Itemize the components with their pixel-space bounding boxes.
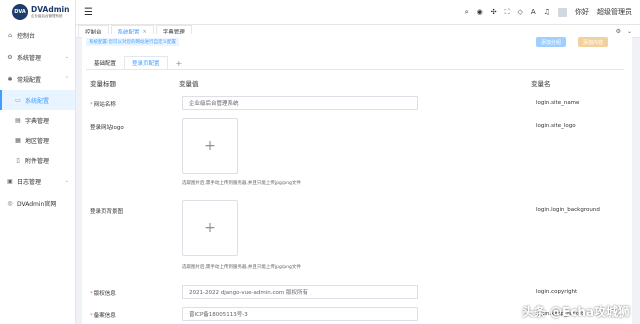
row-label: 登录页背景图	[90, 209, 124, 215]
logo-title: DVAdmin	[31, 5, 70, 14]
book-icon: ▤	[15, 116, 21, 124]
column-title: 变量标题	[90, 80, 116, 88]
upload-hint: 选取图片后,需手动上传到服务器,并且只能上传jpg/png文件	[182, 181, 301, 186]
sidebar-item-logs[interactable]: ▣ 日志管理 ⌄	[0, 170, 75, 192]
sidebar-item-region[interactable]: ▦ 地区管理	[0, 130, 75, 150]
gear-icon: ⚙	[7, 53, 13, 61]
config-tabs: 基础配置 登录页配置 +	[86, 56, 624, 70]
settings-icon: ✱	[7, 75, 13, 83]
sidebar-item-attachment[interactable]: ▯ 附件管理	[0, 150, 75, 170]
table-row: 登录页背景图 + 选取图片后,需手动上传到服务器,并且只能上传jpg/png文件…	[90, 200, 624, 280]
sidebar-item-general-config[interactable]: ✱ 常规配置 ⌃	[0, 68, 75, 90]
table-row: 登录网站logo + 选取图片后,需手动上传到服务器,并且只能上传jpg/png…	[90, 118, 624, 196]
plus-icon: +	[204, 138, 216, 154]
scrollbar[interactable]	[636, 38, 640, 324]
table-header: 变量标题 变量值 变量名	[90, 78, 624, 88]
chevron-down-icon: ⌄	[64, 178, 69, 184]
user-name[interactable]: 超级管理员	[597, 7, 632, 17]
top-header: ☰ ⌕ ◉ ✣ ⛶ ◇ A ♫ 你好 超级管理员	[76, 0, 640, 24]
row-label: 登录网站logo	[90, 125, 124, 131]
avatar[interactable]	[558, 7, 567, 17]
sidebar-item-label: 地区管理	[25, 137, 50, 145]
config-card: 系统配置:您可以对您的网站进行自定义配置 添加分组 添加内容 基础配置 登录页配…	[82, 34, 632, 324]
row-varname: login.site_logo	[536, 123, 576, 129]
gem-icon[interactable]: ◇	[518, 8, 523, 16]
monitor-icon: ▭	[15, 96, 21, 104]
github-icon[interactable]: ◉	[477, 8, 483, 16]
map-icon: ▦	[15, 136, 21, 144]
sidebar-item-label: 系统管理	[17, 54, 42, 62]
plus-icon: +	[204, 220, 216, 236]
row-label: 备案信息	[93, 313, 116, 319]
sidebar-item-label: 系统配置	[25, 97, 50, 105]
sidebar: DVA DVAdmin 企业级后台管理系统 ⌂ 控制台 ⚙ 系统管理 ⌄ ✱ 常…	[0, 0, 76, 324]
add-content-button[interactable]: 添加内容	[578, 37, 609, 47]
column-value: 变量值	[179, 80, 199, 88]
sidebar-item-dictionary[interactable]: ▤ 字典管理	[0, 110, 75, 130]
background-upload-button[interactable]: +	[182, 200, 238, 256]
row-label: 网站名称	[93, 102, 116, 108]
add-group-button[interactable]: 添加分组	[536, 37, 567, 47]
upload-hint: 选取图片后,需手动上传到服务器,并且只能上传jpg/png文件	[182, 265, 301, 270]
column-name: 变量名	[531, 80, 551, 88]
font-size-icon[interactable]: A	[531, 8, 536, 16]
watermark: 头条 @Echa攻城狮	[521, 305, 630, 319]
required-mark: *	[90, 291, 93, 297]
layout-icon[interactable]: ✣	[491, 8, 497, 16]
sidebar-item-label: 常规配置	[17, 76, 42, 84]
sidebar-item-label: 字典管理	[25, 117, 50, 125]
chevron-up-icon: ⌃	[64, 76, 69, 82]
record-input[interactable]: 晋ICP备18005113号-3	[182, 307, 418, 321]
sidebar-item-dashboard[interactable]: ⌂ 控制台	[0, 24, 75, 46]
file-icon: ▯	[16, 156, 20, 164]
sidebar-item-system-management[interactable]: ⚙ 系统管理 ⌄	[0, 46, 75, 68]
search-icon[interactable]: ⌕	[465, 8, 469, 17]
chevron-down-icon: ⌄	[64, 54, 69, 60]
log-icon: ▣	[7, 177, 13, 185]
site-name-input[interactable]: 企业级后台管理系统	[182, 96, 418, 110]
sidebar-item-label: 控制台	[17, 32, 36, 40]
user-greeting: 你好	[575, 8, 589, 16]
table-row: *网站名称 企业级后台管理系统 login.site_name	[90, 96, 624, 116]
row-label: 版权信息	[93, 291, 116, 297]
add-tab-button[interactable]: +	[168, 56, 191, 69]
home-icon: ⌂	[8, 31, 12, 39]
table-row: *版权信息 2021-2022 django-vue-admin.com 版权所…	[90, 285, 624, 301]
sidebar-item-label: DVAdmin官网	[17, 200, 57, 208]
required-mark: *	[90, 313, 93, 319]
sidebar-item-label: 日志管理	[17, 178, 42, 186]
logo-subtitle: 企业级后台管理系统	[31, 13, 63, 18]
sidebar-item-website[interactable]: ◎ DVAdmin官网	[0, 192, 75, 214]
row-varname: login.copyright	[536, 289, 578, 295]
bell-icon[interactable]: ♫	[544, 8, 550, 16]
sidebar-item-system-config[interactable]: ▭ 系统配置	[0, 90, 75, 110]
copyright-input[interactable]: 2021-2022 django-vue-admin.com 版权所有	[182, 285, 418, 299]
sidebar-item-label: 附件管理	[25, 157, 50, 165]
fullscreen-icon[interactable]: ⛶	[505, 8, 510, 17]
menu-toggle-icon[interactable]: ☰	[84, 7, 93, 18]
required-mark: *	[90, 102, 93, 108]
tab-basic-config[interactable]: 基础配置	[86, 56, 124, 69]
globe-icon: ◎	[7, 199, 13, 207]
notice-text: 系统配置:您可以对您的网站进行自定义配置	[86, 38, 180, 46]
row-varname: login.site_name	[536, 100, 580, 106]
logo[interactable]: DVA DVAdmin 企业级后台管理系统	[0, 0, 75, 24]
logo-upload-button[interactable]: +	[182, 118, 238, 174]
row-varname: login.login_background	[536, 207, 600, 213]
tab-login-config[interactable]: 登录页配置	[124, 56, 168, 69]
logo-badge: DVA	[12, 4, 28, 20]
